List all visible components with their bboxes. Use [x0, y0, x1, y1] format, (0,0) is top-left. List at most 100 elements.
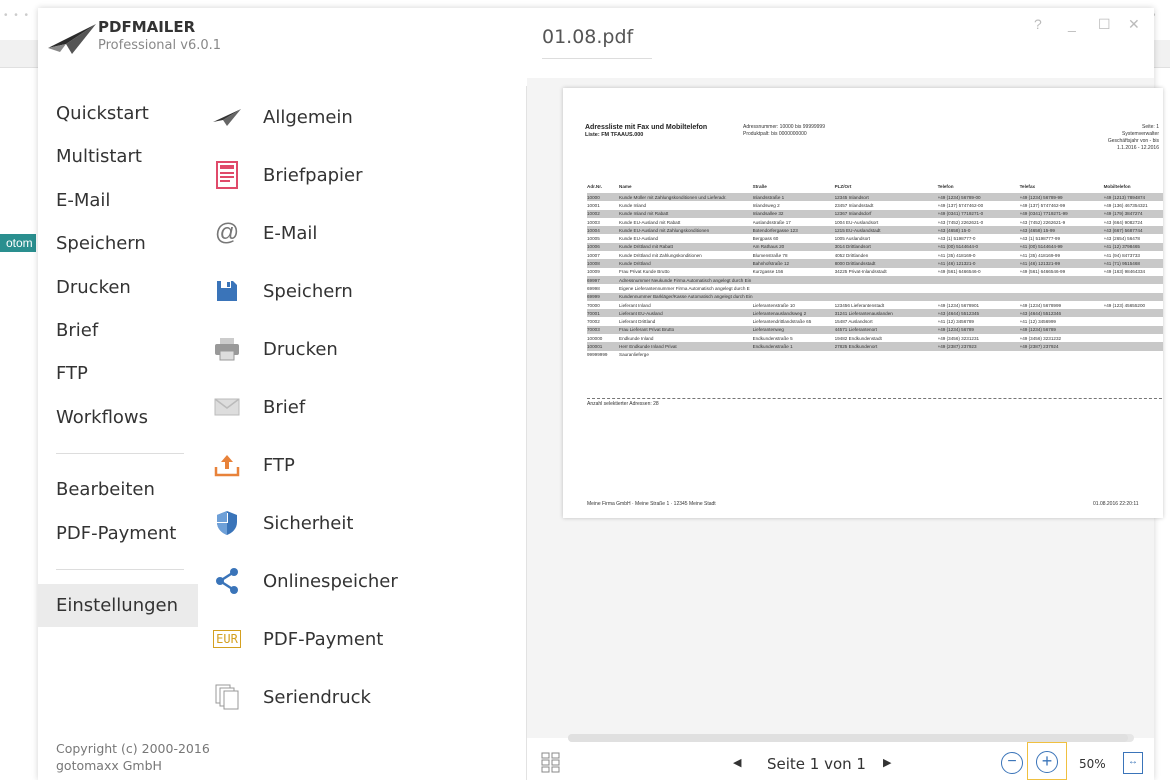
table-cell: 10007 [587, 252, 600, 258]
table-cell: 12367 Inlandsdorf [834, 209, 938, 218]
page-footer-left: Meine Firma GmbH · Meine Straße 1 · 1234… [587, 501, 716, 507]
fit-width-button[interactable]: ↔ [1123, 752, 1143, 774]
table-row: 70003 Frau Lieferant Privat Brutto Liefera… [587, 325, 1163, 335]
settings-item-label: Briefpapier [263, 164, 363, 186]
thumbnail-grid-icon[interactable] [541, 752, 561, 774]
zoom-in-focus: + [1027, 742, 1067, 780]
settings-item-ftp[interactable]: FTP [210, 436, 520, 494]
nav-item-speichern[interactable]: Speichern [38, 222, 198, 265]
page-footer-right: 01.08.2016 22:20:11 [1093, 501, 1139, 507]
table-row: 70002 Lieferant Drittland Lieferantendritt… [587, 317, 1163, 325]
table-cell: +43 (7452) 2262621-0 [937, 219, 984, 225]
table-cell: +41 (94) 8473733 [1103, 252, 1140, 258]
table-cell: Endkunde Inland [619, 335, 654, 341]
letterhead-icon [210, 158, 244, 192]
table-cell: Blumenstraße 78 [752, 252, 788, 258]
close-button[interactable]: ✕ [1128, 16, 1140, 33]
settings-item-speichern[interactable]: Speichern [210, 262, 520, 320]
table-cell: Lieferant EU-Ausland [619, 309, 753, 318]
nav-item-ftp[interactable]: FTP [38, 352, 198, 395]
nav-item-email[interactable]: E-Mail [38, 179, 198, 222]
settings-item-allgemein[interactable]: Allgemein [210, 88, 520, 146]
table-cell: Am Rathaus 20 [752, 242, 835, 252]
table-cell: +41 (12) 3456999 [1019, 319, 1056, 325]
settings-item-label: Allgemein [263, 106, 353, 128]
table-cell: 8000 Drittlandsstadt [834, 259, 938, 268]
table-cell: Adressnummer Neukunde Firma Automatisch … [619, 275, 753, 285]
table-cell: 69997 [587, 275, 619, 285]
scrollbar-thumb[interactable] [568, 734, 1128, 742]
table-cell: 70003 [587, 325, 619, 335]
table-cell: +43 (4658) 15-0 [937, 226, 1020, 235]
pdf-preview-pane[interactable]: Adressliste mit Fax und Mobiltelefon Lis… [527, 78, 1163, 738]
settings-item-email[interactable]: @ E-Mail [210, 204, 520, 262]
document-title: 01.08.pdf [542, 26, 652, 59]
table-cell: 12345 Inlandsort [834, 193, 938, 202]
settings-item-seriendruck[interactable]: Seriendruck [210, 668, 520, 726]
table-header: Straße [752, 183, 767, 189]
settings-item-label: Onlinespeicher [263, 570, 398, 592]
table-cell [1103, 292, 1163, 301]
nav-item-workflows[interactable]: Workflows [38, 396, 198, 439]
table-cell [1020, 284, 1104, 292]
primary-nav: Quickstart Multistart E-Mail Speichern D… [38, 92, 198, 628]
horizontal-scrollbar[interactable] [568, 734, 1134, 742]
table-cell [752, 292, 835, 301]
zoom-in-button[interactable]: + [1036, 751, 1058, 773]
report-title: Adressliste mit Fax und Mobiltelefon [585, 124, 708, 131]
settings-item-pdf-payment[interactable]: EUR PDF-Payment [210, 610, 520, 668]
table-cell: Kundennummer Barkläger/Kasse Automatisch… [619, 292, 753, 301]
table-cell: Kunde EU-Ausland mit Rabatt [619, 219, 681, 225]
table-cell: Lieferant Drittland [619, 319, 656, 325]
maximize-button[interactable]: ☐ [1098, 16, 1111, 33]
table-cell: 44571 Lieferantenort [834, 325, 938, 335]
nav-item-multistart[interactable]: Multistart [38, 135, 198, 178]
nav-item-drucken[interactable]: Drucken [38, 266, 198, 309]
table-cell: +49 (137) 5747462-00 [937, 202, 984, 208]
report-meta-line: 1.1.2016 - 12.2016 [1117, 145, 1159, 151]
settings-item-label: PDF-Payment [263, 628, 384, 650]
nav-item-brief[interactable]: Brief [38, 309, 198, 352]
table-cell: Botendorfergasse 123 [752, 226, 835, 235]
table-cell: Endkundenstraße 1 [752, 342, 835, 351]
table-cell: 10009 [587, 269, 600, 275]
floppy-disk-icon [210, 274, 244, 308]
table-cell [834, 275, 938, 285]
settings-item-drucken[interactable]: Drucken [210, 320, 520, 378]
table-cell: 10005 [587, 236, 600, 242]
table-cell: 70002 [587, 319, 600, 325]
table-cell: Frau Privat Kunde Brutto [619, 269, 670, 275]
settings-item-label: Speichern [263, 280, 353, 302]
table-cell: Lieferantenstraße 10 [752, 302, 795, 308]
table-cell: 10001 [587, 202, 600, 208]
table-cell: 34225 Privat-Inlandsstadt [834, 269, 887, 275]
next-page-button[interactable]: ▶ [883, 756, 891, 769]
table-cell: +49 (0341) 7719271-0 [937, 209, 1020, 218]
settings-item-sicherheit[interactable]: Sicherheit [210, 494, 520, 552]
nav-divider [56, 568, 184, 570]
table-cell: +49 (137) 5747462-99 [1019, 202, 1066, 208]
previous-page-button[interactable]: ◀ [733, 756, 741, 769]
nav-item-quickstart[interactable]: Quickstart [38, 92, 198, 135]
paper-plane-logo-icon [48, 24, 96, 54]
nav-item-pdf-payment[interactable]: PDF-Payment [38, 512, 198, 555]
settings-item-onlinespeicher[interactable]: Onlinespeicher [210, 552, 520, 610]
settings-item-brief[interactable]: Brief [210, 378, 520, 436]
table-row: 10005 Kunde EU-Ausland Bergpass 60 1005 Aus… [587, 234, 1163, 242]
table-cell: 70000 [587, 302, 600, 308]
table-cell [835, 351, 938, 359]
report-meta-line: Systemverwalter [1122, 131, 1159, 137]
zoom-out-button[interactable]: − [1001, 752, 1023, 774]
table-cell [1103, 342, 1163, 351]
table-cell: 3014 Drittlandsort [834, 242, 938, 252]
nav-item-einstellungen[interactable]: Einstellungen [38, 583, 198, 628]
share-icon [210, 564, 244, 598]
table-cell: +49 (2387) 237923 [937, 342, 1020, 351]
table-row: 69998 Eigene Lieferantennummer Firma Auto… [587, 284, 1163, 292]
table-row: 100001 Herr Endkunde Inland Privat Endkund… [587, 342, 1163, 351]
minimize-button[interactable]: _ [1068, 16, 1076, 32]
settings-item-briefpapier[interactable]: Briefpapier [210, 146, 520, 204]
nav-item-bearbeiten[interactable]: Bearbeiten [38, 468, 198, 511]
table-cell [1104, 351, 1163, 359]
help-button[interactable]: ? [1034, 16, 1042, 32]
